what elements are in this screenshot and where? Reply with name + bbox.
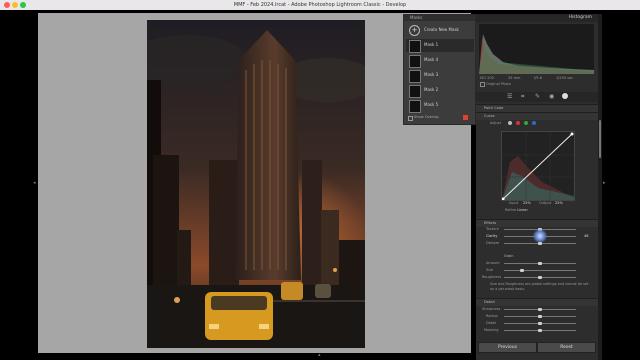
grain-size-label: Size <box>486 268 494 272</box>
curve-refine-label: Refine <box>505 208 517 212</box>
plus-icon: + <box>409 25 420 36</box>
camera-info-readout: ISO 200 35 mm f/5.6 1/250 sec <box>480 76 594 81</box>
show-overlay-checkbox[interactable] <box>408 116 413 121</box>
histogram-title: Histogram <box>568 15 592 20</box>
mask-item[interactable]: Mask 4 <box>406 54 474 68</box>
curve-input-label: Input <box>509 201 519 205</box>
clarity-slider-knob[interactable] <box>533 229 547 243</box>
curve-refine-row[interactable]: Refine Linear <box>501 208 561 213</box>
mask-item[interactable]: Mask 1 <box>406 39 474 53</box>
mask-item[interactable]: Mask 3 <box>406 69 474 83</box>
masks-panel[interactable]: Masks + Create New Mask Mask 1 Mask 4 Ma… <box>403 14 476 125</box>
mask-item[interactable]: Mask 2 <box>406 84 474 98</box>
grain-roughness-knob[interactable] <box>538 276 542 279</box>
original-photo-checkbox[interactable] <box>480 82 485 87</box>
section-detail[interactable]: Detail <box>476 298 598 306</box>
grain-size-slider[interactable] <box>504 270 576 271</box>
healing-icon[interactable]: ✎ <box>535 93 540 100</box>
right-panel-toggle-icon[interactable]: ▸ <box>603 180 606 186</box>
section-detail-title: Detail <box>484 300 495 304</box>
grain-note: Size and Roughness are global settings a… <box>490 282 589 291</box>
red-channel-button[interactable] <box>516 121 520 125</box>
mask-thumbnail <box>409 85 421 98</box>
show-overlay-label: Show Overlay <box>414 115 439 119</box>
original-photo-label: Original Photo <box>486 82 511 86</box>
dehaze-label: Dehaze <box>486 241 500 245</box>
grain-size-knob[interactable] <box>520 269 524 272</box>
mask-item-label: Mask 5 <box>424 102 439 107</box>
curve-readout: Input 25% Output 25% <box>501 201 573 206</box>
curve-output-value: 25% <box>555 201 563 205</box>
reset-button[interactable]: Reset <box>537 342 596 353</box>
sharpness-label: Sharpness <box>482 307 501 311</box>
red-eye-icon[interactable]: ◉ <box>549 93 554 100</box>
texture-label: Texture <box>486 227 499 231</box>
masking-label: Masking <box>484 328 499 332</box>
curve-refine-value: Linear <box>517 208 528 212</box>
section-effects[interactable]: Effects <box>476 219 598 227</box>
section-effects-title: Effects <box>484 221 497 225</box>
curve-adjust-label: Adjust <box>490 121 501 125</box>
grain-roughness-label: Roughness <box>482 275 502 279</box>
mask-thumbnail <box>409 40 421 53</box>
overlay-color-swatch[interactable] <box>463 115 468 120</box>
mask-thumbnail <box>409 70 421 83</box>
masking-icon[interactable] <box>562 93 568 99</box>
green-channel-button[interactable] <box>524 121 528 125</box>
mask-item-label: Mask 1 <box>424 42 439 47</box>
histogram-chart[interactable] <box>479 24 594 74</box>
mask-item-label: Mask 2 <box>424 87 439 92</box>
focal-length-readout: 35 mm <box>508 76 521 80</box>
mask-item-label: Mask 4 <box>424 57 439 62</box>
curve-output-label: Output <box>539 201 552 205</box>
create-new-mask-label: Create New Mask <box>424 27 459 32</box>
mask-thumbnail <box>409 55 421 68</box>
curve-input-value: 25% <box>523 201 531 205</box>
original-photo-row[interactable]: Original Photo <box>480 82 540 87</box>
grain-amount-label: Amount <box>486 261 500 265</box>
grain-header: Grain <box>504 254 514 258</box>
sharpness-knob[interactable] <box>538 308 542 311</box>
section-curve-title: Curve <box>484 114 495 118</box>
section-point-color-title: Point Color <box>484 106 504 110</box>
masking-knob[interactable] <box>538 329 542 332</box>
tool-strip: ☰ ⌗ ✎ ◉ <box>476 92 598 102</box>
right-panel-scrollbar[interactable] <box>598 14 602 360</box>
iso-readout: ISO 200 <box>480 76 494 80</box>
rgb-channel-button[interactable] <box>508 121 512 125</box>
left-panel-toggle-icon[interactable]: ◂ <box>33 180 36 186</box>
dehaze-slider-knob[interactable] <box>538 242 542 245</box>
grain-amount-knob[interactable] <box>538 262 542 265</box>
radius-knob[interactable] <box>538 315 542 318</box>
clarity-value: 46 <box>584 234 589 238</box>
aperture-readout: f/5.6 <box>534 76 542 80</box>
detail-knob[interactable] <box>538 322 542 325</box>
mask-item[interactable]: Mask 5 <box>406 99 474 113</box>
section-point-color[interactable]: Point Color <box>476 104 598 112</box>
blue-channel-button[interactable] <box>532 121 536 125</box>
radius-label: Radius <box>486 314 498 318</box>
section-curve[interactable]: Curve <box>476 112 598 120</box>
shutter-readout: 1/250 sec <box>556 76 574 80</box>
masks-panel-title: Masks <box>404 15 475 21</box>
curve-channel-selector[interactable]: Adjust <box>482 121 542 127</box>
mask-item-label: Mask 3 <box>424 72 439 77</box>
show-overlay-row[interactable]: Show Overlay <box>408 115 472 122</box>
tone-curve-graph[interactable] <box>501 131 575 201</box>
edit-sliders-icon[interactable]: ☰ <box>507 93 512 100</box>
window-title: MMF - Feb 2024.lrcat - Adobe Photoshop L… <box>233 2 407 8</box>
histogram-header[interactable]: Histogram <box>476 14 598 22</box>
create-new-mask-button[interactable]: + Create New Mask <box>406 24 474 37</box>
clarity-label: Clarity <box>486 234 498 238</box>
photo-preview[interactable] <box>147 20 365 348</box>
detail-label: Detail <box>486 321 497 325</box>
crop-icon[interactable]: ⌗ <box>521 93 524 101</box>
mask-thumbnail <box>409 100 421 113</box>
right-panel-scrollbar-thumb[interactable] <box>599 120 601 158</box>
right-panel: Histogram ISO 200 35 mm f/5.6 1/250 sec … <box>476 14 598 360</box>
previous-button[interactable]: Previous <box>478 342 537 353</box>
